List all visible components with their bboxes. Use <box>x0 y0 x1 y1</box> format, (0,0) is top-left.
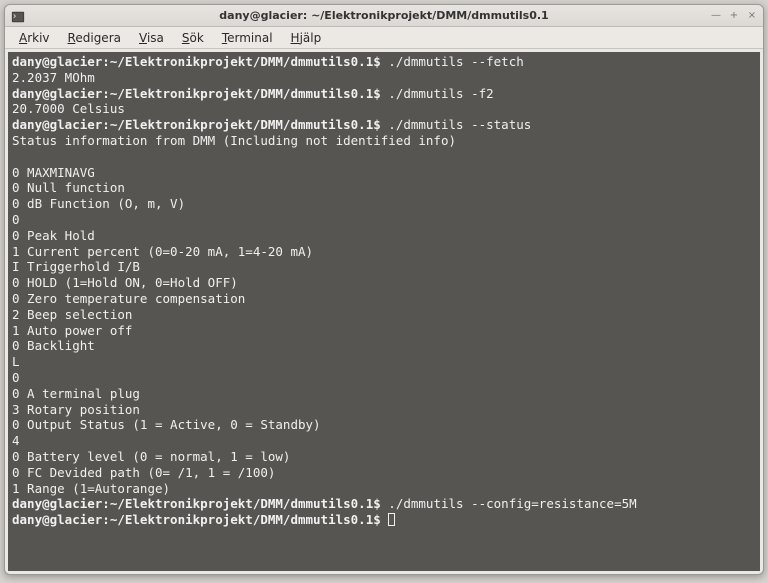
menu-visa[interactable]: Visa <box>131 29 172 47</box>
output-line: 1 Current percent (0=0-20 mA, 1=4-20 mA) <box>12 244 313 259</box>
output-line: 0 Backlight <box>12 338 95 353</box>
menu-sok[interactable]: Sök <box>174 29 212 47</box>
prompt: dany@glacier:~/Elektronikprojekt/DMM/dmm… <box>12 86 388 101</box>
window-controls: — + × <box>709 8 759 22</box>
prompt: dany@glacier:~/Elektronikprojekt/DMM/dmm… <box>12 54 388 69</box>
command: ./dmmutils --status <box>388 117 531 132</box>
output-line: 0 Peak Hold <box>12 228 95 243</box>
output-line: 2.2037 MOhm <box>12 70 95 85</box>
output-line: 0 Zero temperature compensation <box>12 291 245 306</box>
maximize-button[interactable]: + <box>727 8 741 22</box>
output-line: 3 Rotary position <box>12 402 140 417</box>
app-icon <box>11 9 25 23</box>
menu-redigera[interactable]: Redigera <box>60 29 129 47</box>
command: ./dmmutils --fetch <box>388 54 523 69</box>
output-line: L <box>12 354 20 369</box>
output-line: 0 HOLD (1=Hold ON, 0=Hold OFF) <box>12 275 238 290</box>
output-line: 20.7000 Celsius <box>12 101 125 116</box>
output-line: 4 <box>12 433 20 448</box>
output-line: 0 dB Function (O, m, V) <box>12 196 185 211</box>
output-line: 2 Beep selection <box>12 307 132 322</box>
command: ./dmmutils -f2 <box>388 86 493 101</box>
menu-hjalp[interactable]: Hjälp <box>283 29 330 47</box>
output-line: Status information from DMM (Including n… <box>12 133 456 148</box>
command: ./dmmutils --config=resistance=5M <box>388 496 636 511</box>
output-line: 0 MAXMINAVG <box>12 165 95 180</box>
output-line: I Triggerhold I/B <box>12 259 140 274</box>
prompt: dany@glacier:~/Elektronikprojekt/DMM/dmm… <box>12 496 388 511</box>
menu-arkiv[interactable]: Arkiv <box>11 29 58 47</box>
output-line: 0 <box>12 212 20 227</box>
output-line: 0 FC Devided path (0= /1, 1 = /100) <box>12 465 275 480</box>
terminal-wrap: dany@glacier:~/Elektronikprojekt/DMM/dmm… <box>5 49 763 574</box>
close-button[interactable]: × <box>745 8 759 22</box>
prompt: dany@glacier:~/Elektronikprojekt/DMM/dmm… <box>12 512 388 527</box>
cursor <box>388 513 395 526</box>
output-line: 0 Battery level (0 = normal, 1 = low) <box>12 449 290 464</box>
window-title: dany@glacier: ~/Elektronikprojekt/DMM/dm… <box>219 9 548 22</box>
minimize-button[interactable]: — <box>709 8 723 22</box>
terminal-window: dany@glacier: ~/Elektronikprojekt/DMM/dm… <box>4 4 764 575</box>
menubar: Arkiv Redigera Visa Sök Terminal Hjälp <box>5 27 763 49</box>
titlebar[interactable]: dany@glacier: ~/Elektronikprojekt/DMM/dm… <box>5 5 763 27</box>
output-line: 1 Range (1=Autorange) <box>12 481 170 496</box>
prompt: dany@glacier:~/Elektronikprojekt/DMM/dmm… <box>12 117 388 132</box>
output-line: 0 <box>12 370 20 385</box>
output-line: 0 A terminal plug <box>12 386 140 401</box>
output-line: 1 Auto power off <box>12 323 132 338</box>
terminal[interactable]: dany@glacier:~/Elektronikprojekt/DMM/dmm… <box>8 52 760 571</box>
output-line: 0 Null function <box>12 180 125 195</box>
menu-terminal[interactable]: Terminal <box>214 29 281 47</box>
output-line: 0 Output Status (1 = Active, 0 = Standby… <box>12 417 321 432</box>
